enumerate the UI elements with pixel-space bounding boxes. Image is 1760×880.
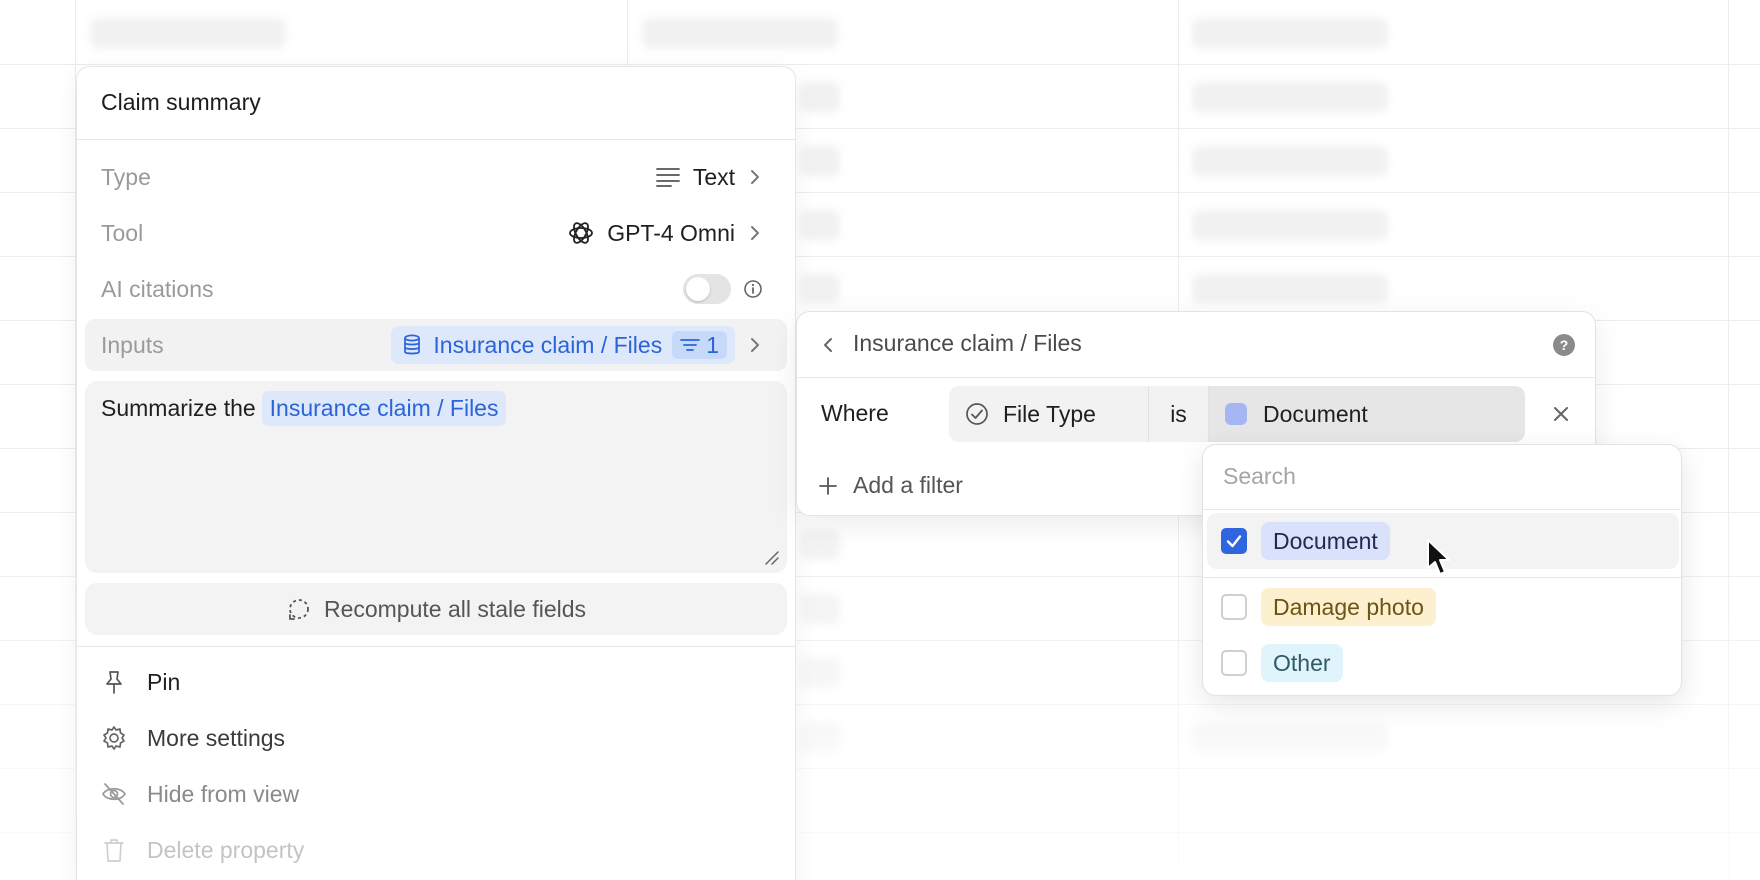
ai-citations-row: AI citations bbox=[85, 263, 787, 315]
add-filter-button[interactable]: Add a filter bbox=[817, 472, 963, 499]
option-chip: Other bbox=[1261, 644, 1343, 682]
option-checkbox[interactable] bbox=[1221, 650, 1247, 676]
openai-logo-icon bbox=[567, 219, 595, 247]
tool-label: Tool bbox=[101, 220, 144, 246]
option-chip: Document bbox=[1261, 522, 1390, 560]
plus-icon bbox=[817, 475, 839, 497]
divider bbox=[1203, 509, 1681, 510]
inputs-source-label: Insurance claim / Files bbox=[433, 331, 663, 358]
check-circle-icon bbox=[965, 402, 989, 426]
option-chip: Damage photo bbox=[1261, 588, 1436, 626]
eye-off-icon bbox=[101, 781, 127, 807]
more-settings-menu-item[interactable]: More settings bbox=[101, 718, 285, 758]
prompt-mention-chip[interactable]: Insurance claim / Files bbox=[261, 391, 507, 426]
prompt-prefix: Summarize the bbox=[101, 395, 256, 421]
filter-popover-title: Insurance claim / Files bbox=[853, 330, 1082, 356]
inputs-source-chip[interactable]: Insurance claim / Files 1 bbox=[391, 326, 735, 364]
filter-field-label: File Type bbox=[1003, 400, 1096, 427]
chevron-right-icon bbox=[747, 169, 763, 185]
database-icon bbox=[401, 334, 423, 356]
option-checkbox-checked[interactable] bbox=[1221, 528, 1247, 554]
type-label: Type bbox=[101, 164, 151, 190]
ai-citations-label: AI citations bbox=[101, 276, 214, 302]
where-label: Where bbox=[821, 400, 889, 426]
filter-operator-select[interactable]: is bbox=[1149, 386, 1209, 442]
filter-count: 1 bbox=[706, 331, 719, 358]
filter-value-select[interactable]: Document bbox=[1209, 386, 1525, 442]
ai-citations-toggle[interactable] bbox=[683, 274, 731, 304]
trash-icon bbox=[101, 837, 127, 863]
filter-value-label: Document bbox=[1263, 400, 1368, 427]
property-panel: Claim summary Type Text Tool GPT-4 Omni bbox=[76, 66, 796, 880]
prompt-editor[interactable]: Summarize the Insurance claim / Files bbox=[85, 381, 787, 573]
tool-row[interactable]: Tool GPT-4 Omni bbox=[85, 207, 787, 259]
back-chevron-icon[interactable] bbox=[817, 334, 839, 356]
pin-icon bbox=[101, 669, 127, 695]
filter-operator-label: is bbox=[1170, 400, 1187, 427]
add-filter-label: Add a filter bbox=[853, 472, 963, 498]
type-row[interactable]: Type Text bbox=[85, 151, 787, 203]
filter-popover-header: Insurance claim / Files ? bbox=[797, 312, 1595, 378]
document-color-swatch bbox=[1225, 403, 1247, 425]
filter-lines-icon bbox=[680, 337, 701, 353]
info-icon[interactable] bbox=[743, 279, 763, 299]
inputs-row[interactable]: Inputs Insurance claim / Files 1 bbox=[85, 319, 787, 371]
resize-handle-icon[interactable] bbox=[763, 549, 779, 565]
recompute-label: Recompute all stale fields bbox=[323, 595, 587, 622]
recompute-button[interactable]: Recompute all stale fields bbox=[85, 583, 787, 635]
hide-from-view-label: Hide from view bbox=[147, 780, 300, 807]
mouse-cursor-icon bbox=[1427, 539, 1450, 575]
pin-menu-item[interactable]: Pin bbox=[101, 662, 180, 702]
type-value: Text bbox=[692, 163, 735, 190]
option-checkbox[interactable] bbox=[1221, 594, 1247, 620]
filter-condition: File Type is Document bbox=[949, 386, 1525, 442]
property-title[interactable]: Claim summary bbox=[101, 89, 261, 116]
hide-from-view-menu-item[interactable]: Hide from view bbox=[101, 774, 299, 814]
divider bbox=[77, 646, 795, 647]
divider bbox=[77, 139, 795, 140]
dropdown-option-damage-photo[interactable]: Damage photo bbox=[1207, 579, 1679, 635]
filter-field-select[interactable]: File Type bbox=[949, 386, 1149, 442]
remove-filter-close-icon[interactable] bbox=[1547, 400, 1575, 428]
inputs-label: Inputs bbox=[101, 332, 164, 358]
delete-property-label: Delete property bbox=[147, 836, 305, 863]
chevron-right-icon bbox=[747, 225, 763, 241]
help-icon[interactable]: ? bbox=[1553, 334, 1575, 356]
delete-property-menu-item[interactable]: Delete property bbox=[101, 830, 304, 870]
text-lines-icon bbox=[655, 164, 681, 190]
tool-value: GPT-4 Omni bbox=[607, 219, 735, 246]
dropdown-option-other[interactable]: Other bbox=[1207, 635, 1679, 691]
refresh-dashed-icon bbox=[286, 596, 312, 622]
gear-icon bbox=[101, 725, 127, 751]
more-settings-label: More settings bbox=[147, 724, 286, 751]
chevron-right-icon bbox=[747, 337, 763, 353]
dropdown-search-input[interactable]: Search bbox=[1223, 463, 1296, 490]
pin-label: Pin bbox=[147, 668, 181, 695]
filter-count-badge[interactable]: 1 bbox=[672, 331, 727, 359]
